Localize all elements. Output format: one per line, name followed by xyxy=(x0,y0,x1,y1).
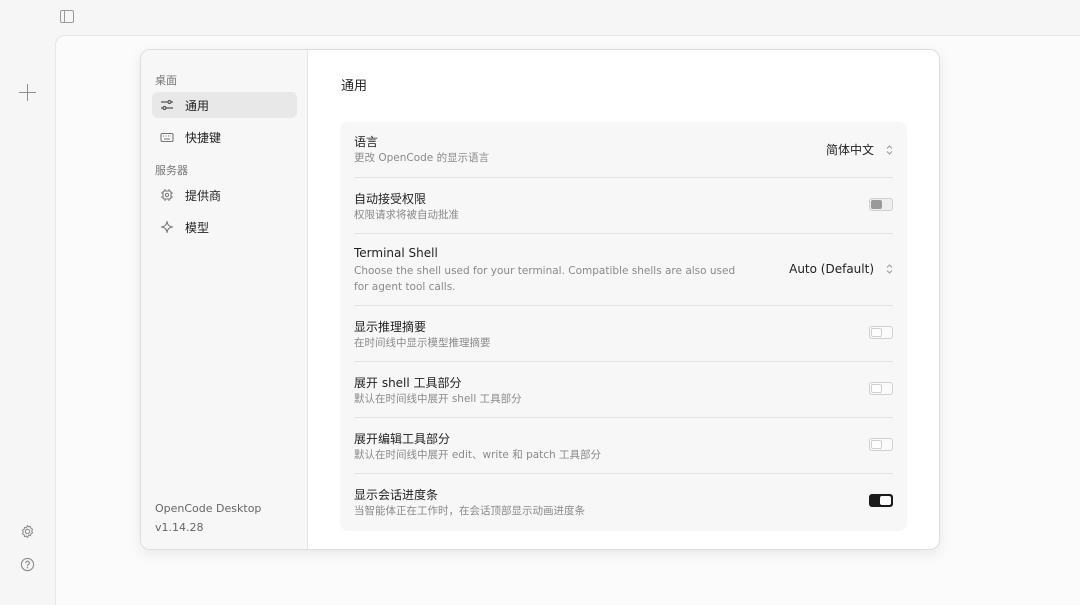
toggle-knob xyxy=(871,328,882,337)
toggle-knob xyxy=(871,440,882,449)
setting-description-line2: for agent tool calls. xyxy=(354,281,456,293)
nav-item-label: 模型 xyxy=(185,220,210,235)
settings-nav: 桌面 通用 快捷键 服务器 提供商 模型 OpenCode Desktop v1… xyxy=(141,50,308,549)
setting-description: 默认在时间线中展开 edit、write 和 patch 工具部分 xyxy=(354,449,602,461)
show-reasoning-toggle[interactable] xyxy=(869,326,893,339)
app-name: OpenCode Desktop xyxy=(155,502,262,515)
setting-row-auto-accept: 自动接受权限 权限请求将被自动批准 xyxy=(354,177,893,233)
nav-item-providers[interactable]: 提供商 xyxy=(152,182,297,208)
app-version: v1.14.28 xyxy=(155,521,204,534)
setting-row-show-reasoning: 显示推理摘要 在时间线中显示模型推理摘要 xyxy=(354,305,893,361)
setting-description: 更改 OpenCode 的显示语言 xyxy=(354,152,490,164)
chip-icon xyxy=(160,188,174,202)
expand-shell-toggle[interactable] xyxy=(869,382,893,395)
nav-item-general[interactable]: 通用 xyxy=(152,92,297,118)
setting-row-expand-edit: 展开编辑工具部分 默认在时间线中展开 edit、write 和 patch 工具… xyxy=(354,417,893,473)
nav-item-shortcuts[interactable]: 快捷键 xyxy=(152,124,297,150)
nav-item-models[interactable]: 模型 xyxy=(152,214,297,240)
expand-edit-toggle[interactable] xyxy=(869,438,893,451)
setting-title: 自动接受权限 xyxy=(354,192,427,206)
setting-description: 权限请求将被自动批准 xyxy=(354,209,459,221)
setting-title: 展开 shell 工具部分 xyxy=(354,376,462,390)
toggle-knob xyxy=(871,384,882,393)
language-select-value: 简体中文 xyxy=(825,143,874,157)
keyboard-icon xyxy=(160,130,174,144)
setting-title: 显示推理摘要 xyxy=(354,320,427,334)
chevron-updown-icon xyxy=(886,264,893,274)
setting-row-language: 语言 更改 OpenCode 的显示语言 简体中文 xyxy=(354,122,893,177)
chevron-updown-icon xyxy=(886,144,893,155)
nav-section-server: 服务器 xyxy=(155,164,188,177)
progress-bar-toggle[interactable] xyxy=(869,494,893,507)
terminal-shell-select[interactable]: Auto (Default) xyxy=(789,262,893,276)
setting-row-expand-shell: 展开 shell 工具部分 默认在时间线中展开 shell 工具部分 xyxy=(354,361,893,417)
setting-description: 默认在时间线中展开 shell 工具部分 xyxy=(354,393,522,405)
settings-content: 通用 语言 更改 OpenCode 的显示语言 简体中文 自动接受权限 权限请求… xyxy=(308,50,939,549)
gear-icon[interactable] xyxy=(20,524,35,539)
left-rail xyxy=(0,35,55,599)
terminal-shell-select-value: Auto (Default) xyxy=(789,262,874,276)
page-title: 通用 xyxy=(341,79,368,94)
nav-section-desktop: 桌面 xyxy=(155,74,177,87)
setting-description-line1: Choose the shell used for your terminal.… xyxy=(354,265,736,277)
toggle-knob xyxy=(871,200,882,209)
auto-accept-toggle[interactable] xyxy=(869,198,893,211)
setting-title: 语言 xyxy=(354,135,379,149)
setting-row-progress-bar: 显示会话进度条 当智能体正在工作时，在会话顶部显示动画进度条 xyxy=(354,473,893,531)
nav-item-label: 通用 xyxy=(185,98,210,113)
setting-row-terminal-shell: Terminal Shell Choose the shell used for… xyxy=(354,233,893,305)
sliders-icon xyxy=(160,98,174,112)
plus-icon[interactable] xyxy=(19,84,36,101)
help-icon[interactable] xyxy=(20,557,35,572)
setting-title: 显示会话进度条 xyxy=(354,488,439,502)
toggle-knob xyxy=(880,496,891,505)
nav-item-label: 提供商 xyxy=(185,188,222,203)
settings-card: 语言 更改 OpenCode 的显示语言 简体中文 自动接受权限 权限请求将被自… xyxy=(340,122,907,531)
sparkle-icon xyxy=(160,220,174,234)
nav-item-label: 快捷键 xyxy=(185,130,222,145)
language-select[interactable]: 简体中文 xyxy=(826,141,893,158)
settings-dialog: 桌面 通用 快捷键 服务器 提供商 模型 OpenCode Desktop v1… xyxy=(140,49,940,550)
sidebar-toggle-icon[interactable] xyxy=(60,10,74,23)
setting-description: 当智能体正在工作时，在会话顶部显示动画进度条 xyxy=(354,505,585,517)
setting-title: 展开编辑工具部分 xyxy=(354,432,451,446)
setting-description: 在时间线中显示模型推理摘要 xyxy=(354,337,491,349)
title-bar xyxy=(0,0,1080,35)
setting-title: Terminal Shell xyxy=(354,246,438,260)
